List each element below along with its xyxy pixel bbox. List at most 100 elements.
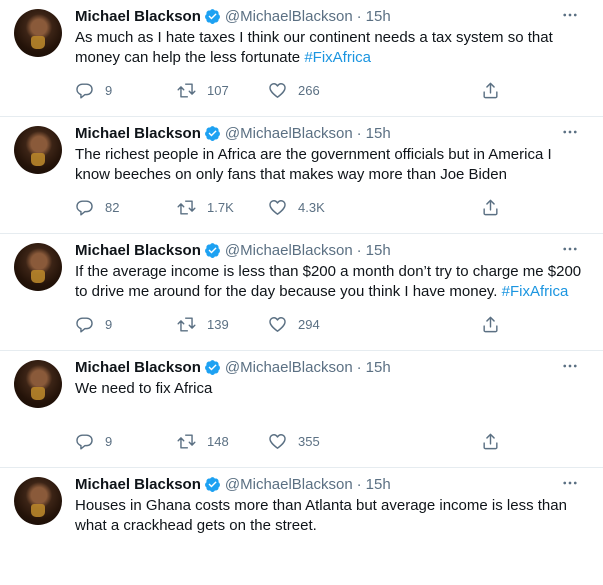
more-options-icon[interactable] (561, 474, 579, 492)
separator-dot: · (356, 241, 362, 259)
more-options-icon[interactable] (561, 240, 579, 258)
avatar[interactable] (14, 360, 62, 408)
tweet-timestamp[interactable]: 15h (366, 125, 391, 142)
separator-dot: · (356, 7, 362, 25)
avatar[interactable] (14, 477, 62, 525)
author-handle[interactable]: @MichaelBlackson (225, 359, 353, 376)
like-button[interactable]: 294 (268, 315, 320, 334)
like-icon (269, 434, 286, 449)
like-button[interactable]: 266 (268, 81, 320, 100)
retweet-button[interactable]: 139 (177, 315, 229, 334)
share-icon (483, 199, 498, 216)
reply-count: 9 (105, 434, 113, 449)
more-options-icon[interactable] (561, 357, 579, 375)
tweet-header: Michael Blackson @MichaelBlackson · 15h (75, 240, 391, 260)
separator-dot: · (356, 475, 362, 493)
tweet-text: As much as I hate taxes I think our cont… (75, 28, 585, 68)
author-handle[interactable]: @MichaelBlackson (225, 125, 353, 142)
author-name[interactable]: Michael Blackson (75, 125, 201, 142)
tweet-actions: 9 148 355 (75, 432, 505, 452)
author-handle[interactable]: @MichaelBlackson (225, 8, 353, 25)
tweet-body: Houses in Ghana costs more than Atlanta … (75, 497, 567, 534)
tweet-timestamp[interactable]: 15h (366, 8, 391, 25)
verified-badge-icon (204, 476, 220, 492)
more-options-icon[interactable] (561, 123, 579, 141)
reply-icon (76, 434, 93, 450)
share-button[interactable] (481, 432, 500, 451)
share-button[interactable] (481, 315, 500, 334)
retweet-count: 148 (207, 434, 229, 449)
reply-button[interactable]: 9 (75, 81, 112, 100)
retweet-icon (177, 200, 196, 215)
tweet-timestamp[interactable]: 15h (366, 476, 391, 493)
verified-badge-icon (204, 8, 220, 24)
like-button[interactable]: 4.3K (268, 198, 325, 217)
reply-count: 9 (105, 83, 113, 98)
tweet[interactable]: Michael Blackson @MichaelBlackson · 15h … (0, 0, 603, 117)
share-button[interactable] (481, 81, 500, 100)
retweet-count: 139 (207, 317, 229, 332)
verified-badge-icon (204, 359, 220, 375)
avatar[interactable] (14, 9, 62, 57)
retweet-icon (177, 317, 196, 332)
like-icon (269, 317, 286, 332)
like-count: 266 (298, 83, 320, 98)
avatar[interactable] (14, 243, 62, 291)
tweet[interactable]: Michael Blackson @MichaelBlackson · 15h … (0, 351, 603, 468)
retweet-count: 107 (207, 83, 229, 98)
reply-button[interactable]: 82 (75, 198, 119, 217)
tweet[interactable]: Michael Blackson @MichaelBlackson · 15h … (0, 468, 603, 585)
retweet-count: 1.7K (207, 200, 234, 215)
like-count: 355 (298, 434, 320, 449)
tweet-text: We need to fix Africa (75, 379, 585, 399)
author-handle[interactable]: @MichaelBlackson (225, 242, 353, 259)
author-handle[interactable]: @MichaelBlackson (225, 476, 353, 493)
verified-badge-icon (204, 125, 220, 141)
reply-count: 9 (105, 317, 113, 332)
like-count: 4.3K (298, 200, 325, 215)
tweet-text: The richest people in Africa are the gov… (75, 145, 585, 185)
author-name[interactable]: Michael Blackson (75, 8, 201, 25)
tweet-header: Michael Blackson @MichaelBlackson · 15h (75, 123, 391, 143)
tweet-header: Michael Blackson @MichaelBlackson · 15h (75, 357, 391, 377)
tweet-actions: 9 139 294 (75, 315, 505, 335)
retweet-icon (177, 83, 196, 98)
share-icon (483, 82, 498, 99)
author-name[interactable]: Michael Blackson (75, 359, 201, 376)
reply-button[interactable]: 9 (75, 315, 112, 334)
retweet-icon (177, 434, 196, 449)
separator-dot: · (356, 358, 362, 376)
hashtag-link[interactable]: #FixAfrica (304, 49, 371, 66)
retweet-button[interactable]: 148 (177, 432, 229, 451)
hashtag-link[interactable]: #FixAfrica (502, 283, 569, 300)
tweet-actions: 9 107 266 (75, 81, 505, 101)
tweet-actions: 82 1.7K 4.3K (75, 198, 505, 218)
tweet-timestamp[interactable]: 15h (366, 242, 391, 259)
tweet-timestamp[interactable]: 15h (366, 359, 391, 376)
reply-count: 82 (105, 200, 120, 215)
tweet-body: We need to fix Africa (75, 380, 213, 397)
retweet-button[interactable]: 1.7K (177, 198, 234, 217)
like-button[interactable]: 355 (268, 432, 320, 451)
reply-icon (76, 317, 93, 333)
tweet-body: The richest people in Africa are the gov… (75, 146, 552, 183)
separator-dot: · (356, 124, 362, 142)
share-icon (483, 316, 498, 333)
author-name[interactable]: Michael Blackson (75, 476, 201, 493)
more-options-icon[interactable] (561, 6, 579, 24)
reply-icon (76, 83, 93, 99)
author-name[interactable]: Michael Blackson (75, 242, 201, 259)
retweet-button[interactable]: 107 (177, 81, 229, 100)
reply-button[interactable]: 9 (75, 432, 112, 451)
reply-icon (76, 200, 93, 216)
tweet-text: Houses in Ghana costs more than Atlanta … (75, 496, 585, 536)
tweet-header: Michael Blackson @MichaelBlackson · 15h (75, 474, 391, 494)
verified-badge-icon (204, 242, 220, 258)
share-button[interactable] (481, 198, 500, 217)
like-count: 294 (298, 317, 320, 332)
tweet-timeline: Michael Blackson @MichaelBlackson · 15h … (0, 0, 603, 585)
tweet[interactable]: Michael Blackson @MichaelBlackson · 15h … (0, 117, 603, 234)
avatar[interactable] (14, 126, 62, 174)
tweet[interactable]: Michael Blackson @MichaelBlackson · 15h … (0, 234, 603, 351)
like-icon (269, 200, 286, 215)
